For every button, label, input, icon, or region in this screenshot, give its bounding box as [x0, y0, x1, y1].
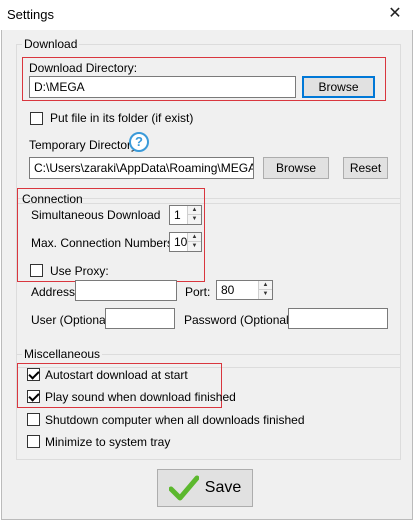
- port-stepper[interactable]: 80 ▲ ▼: [216, 280, 273, 300]
- port-label: Port:: [185, 285, 211, 299]
- window-title: Settings: [7, 7, 54, 22]
- settings-panel: Download Download Directory: D:\MEGA Bro…: [1, 30, 413, 520]
- save-button[interactable]: Save: [157, 469, 253, 507]
- temp-browse-button[interactable]: Browse: [263, 157, 329, 179]
- spin-down-icon[interactable]: ▼: [188, 242, 201, 251]
- play-sound-checkbox[interactable]: [27, 390, 40, 403]
- autostart-label: Autostart download at start: [45, 368, 188, 382]
- spin-up-icon[interactable]: ▲: [188, 233, 201, 242]
- miscellaneous-group-title: Miscellaneous: [22, 347, 103, 361]
- download-directory-label: Download Directory:: [29, 61, 138, 75]
- title-bar: Settings ✕: [0, 0, 414, 30]
- user-label: User (Optional):: [31, 313, 116, 327]
- minimize-checkbox[interactable]: [27, 435, 40, 448]
- download-directory-input[interactable]: D:\MEGA: [29, 76, 296, 98]
- checkmark-icon: [168, 475, 199, 501]
- browse-button[interactable]: Browse: [302, 76, 375, 98]
- simultaneous-download-value: 1: [174, 208, 181, 222]
- max-connection-label: Max. Connection Numbers: [31, 236, 174, 250]
- save-label: Save: [204, 479, 242, 496]
- password-label: Password (Optional):: [184, 313, 297, 327]
- use-proxy-checkbox[interactable]: [30, 264, 43, 277]
- user-input[interactable]: [105, 308, 175, 329]
- spin-buttons: ▲ ▼: [187, 233, 201, 251]
- download-group-title: Download: [22, 37, 80, 51]
- spin-buttons: ▲ ▼: [258, 281, 272, 299]
- spin-down-icon[interactable]: ▼: [259, 290, 272, 299]
- put-file-label: Put file in its folder (if exist): [50, 111, 194, 125]
- shutdown-label: Shutdown computer when all downloads fin…: [45, 413, 305, 427]
- temporary-directory-label: Temporary Directory:: [29, 138, 141, 152]
- temporary-directory-input[interactable]: C:\Users\zaraki\AppData\Roaming\MEGA Lin: [29, 157, 254, 179]
- use-proxy-label: Use Proxy:: [50, 264, 109, 278]
- address-label: Address:: [31, 285, 79, 299]
- spin-up-icon[interactable]: ▲: [259, 281, 272, 290]
- autostart-checkbox[interactable]: [27, 368, 40, 381]
- minimize-label: Minimize to system tray: [45, 435, 171, 449]
- port-value: 80: [221, 283, 235, 297]
- put-file-checkbox[interactable]: [30, 112, 43, 125]
- spin-down-icon[interactable]: ▼: [188, 215, 201, 224]
- close-icon[interactable]: ✕: [384, 4, 406, 24]
- spin-up-icon[interactable]: ▲: [188, 206, 201, 215]
- play-sound-label: Play sound when download finished: [45, 390, 236, 404]
- connection-group-title: Connection: [22, 192, 83, 206]
- help-icon[interactable]: ?: [129, 132, 149, 152]
- max-connection-stepper[interactable]: 10 ▲ ▼: [169, 232, 202, 252]
- address-input[interactable]: [75, 280, 177, 301]
- simultaneous-download-label: Simultaneous Download: [31, 208, 161, 222]
- reset-button[interactable]: Reset: [343, 157, 388, 179]
- shutdown-checkbox[interactable]: [27, 413, 40, 426]
- simultaneous-download-stepper[interactable]: 1 ▲ ▼: [169, 205, 202, 225]
- password-input[interactable]: [288, 308, 388, 329]
- max-connection-value: 10: [174, 235, 188, 249]
- spin-buttons: ▲ ▼: [187, 206, 201, 224]
